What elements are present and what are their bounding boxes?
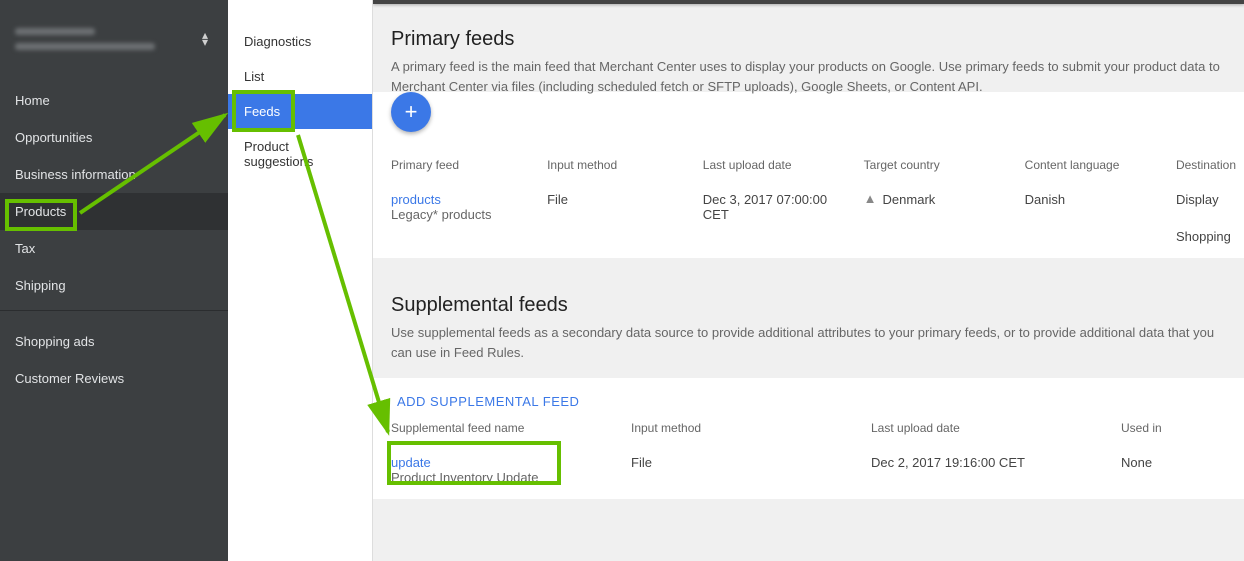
cell-target-country: ▲Denmark: [864, 184, 1025, 244]
col-supp-method: Input method: [631, 421, 871, 447]
products-subnav: Diagnostics List Feeds Product suggestio…: [228, 0, 373, 561]
expand-icon[interactable]: ▴▾: [202, 32, 208, 46]
table-row[interactable]: update Product Inventory Update File Dec…: [391, 447, 1244, 485]
supplemental-feeds-title: Supplemental feeds: [391, 294, 1244, 317]
cell-content-language: Danish: [1025, 184, 1176, 244]
col-last-upload: Last upload date: [703, 158, 864, 184]
primary-feeds-table: Primary feed Input method Last upload da…: [391, 158, 1244, 244]
subnav-item-product-suggestions[interactable]: Product suggestions: [228, 129, 372, 179]
supp-feed-note: Product Inventory Update: [391, 470, 623, 485]
subnav-item-feeds[interactable]: Feeds: [228, 94, 372, 129]
cell-supp-last-upload: Dec 2, 2017 19:16:00 CET: [871, 447, 1121, 485]
col-supp-last-upload: Last upload date: [871, 421, 1121, 447]
sidebar-item-products[interactable]: Products: [0, 193, 228, 230]
cell-supp-used-in: None: [1121, 447, 1244, 485]
primary-feeds-desc: A primary feed is the main feed that Mer…: [391, 57, 1231, 96]
col-destination: Destination: [1176, 158, 1244, 184]
sidebar-item-opportunities[interactable]: Opportunities: [0, 119, 228, 156]
account-switcher[interactable]: ▴▾: [0, 22, 228, 76]
cell-last-upload: Dec 3, 2017 07:00:00 CET: [703, 184, 864, 244]
col-supp-name: Supplemental feed name: [391, 421, 631, 447]
sidebar-item-shipping[interactable]: Shipping: [0, 267, 228, 304]
sidebar-item-shopping-ads[interactable]: Shopping ads: [0, 323, 228, 360]
left-sidebar: ▴▾ Home Opportunities Business informati…: [0, 0, 228, 561]
col-content-language: Content language: [1025, 158, 1176, 184]
supplemental-feeds-table: Supplemental feed name Input method Last…: [391, 421, 1244, 485]
primary-feeds-title: Primary feeds: [391, 28, 1244, 51]
main-content: Primary feeds A primary feed is the main…: [373, 0, 1244, 561]
table-row[interactable]: products Legacy* products File Dec 3, 20…: [391, 184, 1244, 244]
chevron-up-icon: ▲: [864, 191, 877, 206]
sidebar-item-home[interactable]: Home: [0, 82, 228, 119]
col-input-method: Input method: [547, 158, 703, 184]
subnav-item-list[interactable]: List: [228, 59, 372, 94]
add-primary-feed-button[interactable]: +: [391, 92, 431, 132]
sidebar-item-tax[interactable]: Tax: [0, 230, 228, 267]
account-id-blurred: [15, 43, 155, 50]
col-target-country: Target country: [864, 158, 1025, 184]
cell-supp-method: File: [631, 447, 871, 485]
account-name-blurred: [15, 28, 95, 35]
col-primary-feed: Primary feed: [391, 158, 547, 184]
cell-input-method: File: [547, 184, 703, 244]
cell-destination: Display Shopping: [1176, 184, 1244, 244]
sidebar-item-business-information[interactable]: Business information: [0, 156, 228, 193]
feed-name-link[interactable]: products: [391, 192, 539, 207]
feed-note: Legacy* products: [391, 207, 539, 222]
add-supplemental-feed-button[interactable]: ADD SUPPLEMENTAL FEED: [391, 378, 585, 417]
sidebar-divider: [0, 310, 228, 311]
sidebar-item-customer-reviews[interactable]: Customer Reviews: [0, 360, 228, 397]
col-supp-used-in: Used in: [1121, 421, 1244, 447]
supp-feed-name-link[interactable]: update: [391, 455, 623, 470]
subnav-item-diagnostics[interactable]: Diagnostics: [228, 24, 372, 59]
supplemental-feeds-desc: Use supplemental feeds as a secondary da…: [391, 323, 1231, 362]
